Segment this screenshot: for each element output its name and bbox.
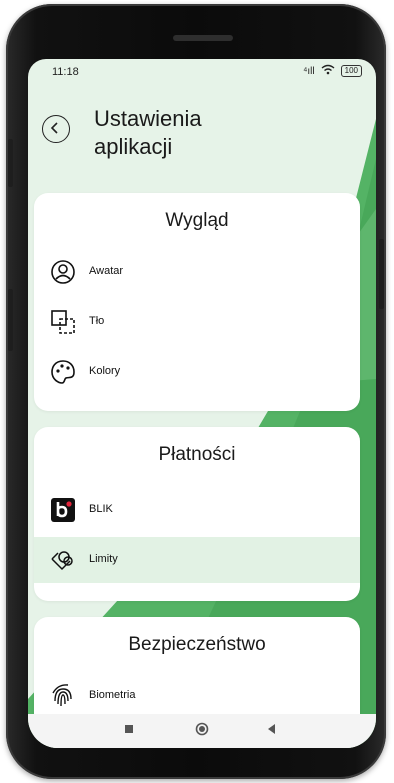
- background-icon: [50, 309, 76, 335]
- chevron-left-icon: [50, 122, 58, 134]
- security-title: Bezpieczeństwo: [128, 634, 266, 655]
- menu-item-limits[interactable]: Limity: [34, 537, 360, 583]
- menu-item-label: Tło: [89, 315, 105, 327]
- side-button: [8, 289, 13, 351]
- status-bar: 11:18 ⁴ıll 100: [28, 59, 376, 85]
- limits-icon: [50, 547, 76, 573]
- phone-frame: 11:18 ⁴ıll 100 Ustawienia aplikacji Wygl…: [6, 4, 386, 779]
- fingerprint-icon: [50, 683, 76, 709]
- back-nav-button[interactable]: [268, 724, 275, 734]
- navigation-bar: [28, 714, 376, 748]
- status-time: 11:18: [52, 66, 79, 78]
- signal-icon: ⁴ıll: [303, 65, 315, 77]
- menu-item-blik[interactable]: BLIK: [34, 487, 360, 533]
- page-title: Ustawienia aplikacji: [94, 105, 254, 161]
- user-circle-icon: [50, 259, 76, 285]
- menu-item-label: Limity: [89, 553, 118, 565]
- menu-item-avatar[interactable]: Awatar: [34, 249, 360, 295]
- side-button: [8, 139, 13, 187]
- page-title-line1: Ustawienia: [94, 106, 202, 131]
- menu-item-background[interactable]: Tło: [34, 299, 360, 345]
- page-title-line2: aplikacji: [94, 134, 173, 159]
- palette-icon: [50, 359, 76, 385]
- menu-item-colors[interactable]: Kolory: [34, 349, 360, 395]
- screen: 11:18 ⁴ıll 100 Ustawienia aplikacji Wygl…: [28, 59, 376, 748]
- back-button[interactable]: [42, 115, 70, 143]
- wifi-icon: [321, 64, 335, 78]
- payments-card: Płatności BLIK Limity: [34, 427, 360, 601]
- recents-button[interactable]: [125, 725, 133, 733]
- menu-item-label: Awatar: [89, 265, 124, 277]
- payments-title: Płatności: [158, 444, 236, 465]
- menu-item-label: BLIK: [89, 503, 113, 515]
- side-button: [379, 239, 384, 309]
- appearance-title: Wygląd: [165, 210, 229, 231]
- battery-icon: 100: [340, 65, 362, 77]
- menu-item-biometrics[interactable]: Biometria: [34, 673, 360, 719]
- appearance-card: Wygląd Awatar Tło Kolory: [34, 193, 360, 411]
- menu-item-label: Kolory: [89, 365, 121, 377]
- menu-item-label: Biometria: [89, 689, 136, 701]
- blik-icon: [50, 497, 76, 523]
- earpiece: [173, 35, 233, 41]
